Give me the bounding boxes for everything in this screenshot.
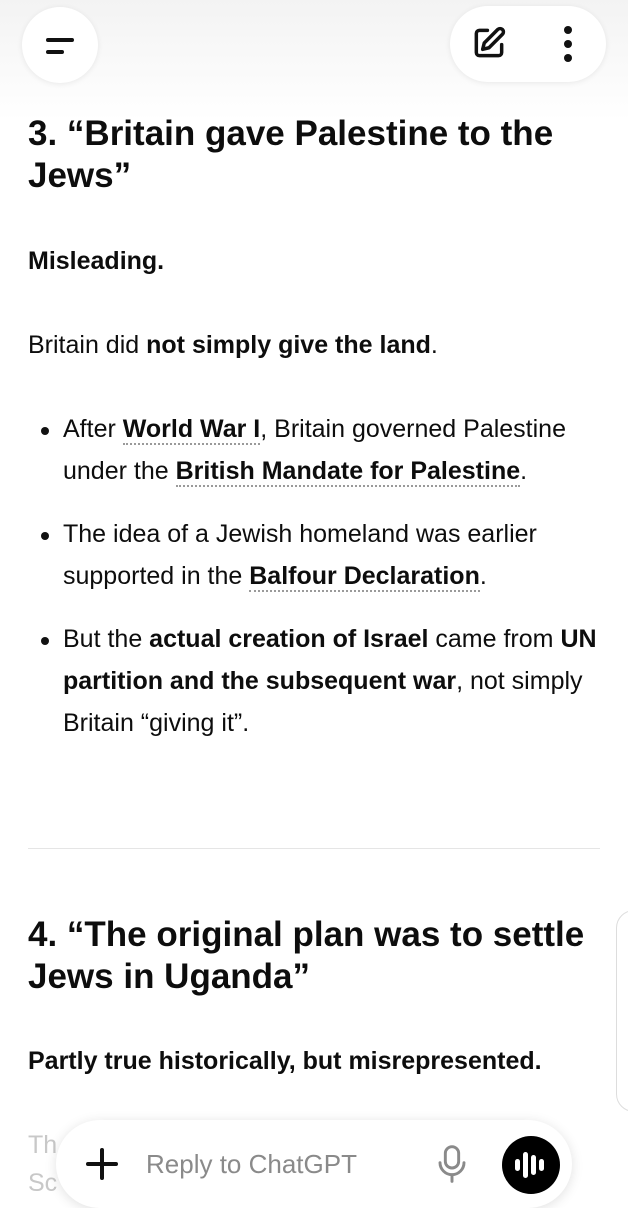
section-divider (28, 848, 600, 849)
composer-bar (56, 1120, 572, 1208)
list-item: After World War I, Britain governed Pale… (28, 408, 600, 492)
section-4-verdict: Partly true historically, but misreprese… (28, 1047, 542, 1075)
british-mandate-link[interactable]: British Mandate for Palestine (175, 457, 521, 487)
world-war-i-link[interactable]: World War I (122, 415, 261, 445)
menu-button[interactable] (22, 7, 98, 83)
voice-mode-button[interactable] (502, 1136, 560, 1194)
faded-paragraph: Th Sc (28, 1131, 58, 1197)
section-3-bullets: After World War I, Britain governed Pale… (28, 408, 600, 765)
header-actions (450, 6, 606, 82)
list-item: The idea of a Jewish homeland was earlie… (28, 513, 600, 597)
section-3-verdict: Misleading. (28, 247, 165, 275)
microphone-icon[interactable] (436, 1144, 468, 1184)
reply-input[interactable] (146, 1142, 416, 1186)
balfour-declaration-link[interactable]: Balfour Declaration (249, 562, 480, 592)
section-3-heading: 3. “Britain gave Palestine to the Jews” (28, 114, 554, 195)
plus-icon[interactable] (86, 1148, 118, 1180)
new-chat-edit-icon[interactable] (470, 24, 508, 62)
list-item: But the actual creation of Israel came f… (28, 618, 600, 744)
section-4-heading: 4. “The original plan was to settle Jews… (28, 915, 585, 996)
section-3-intro: Britain did not simply give the land. (28, 331, 438, 359)
more-vertical-icon[interactable] (558, 24, 578, 64)
side-card-edge (616, 910, 628, 1112)
